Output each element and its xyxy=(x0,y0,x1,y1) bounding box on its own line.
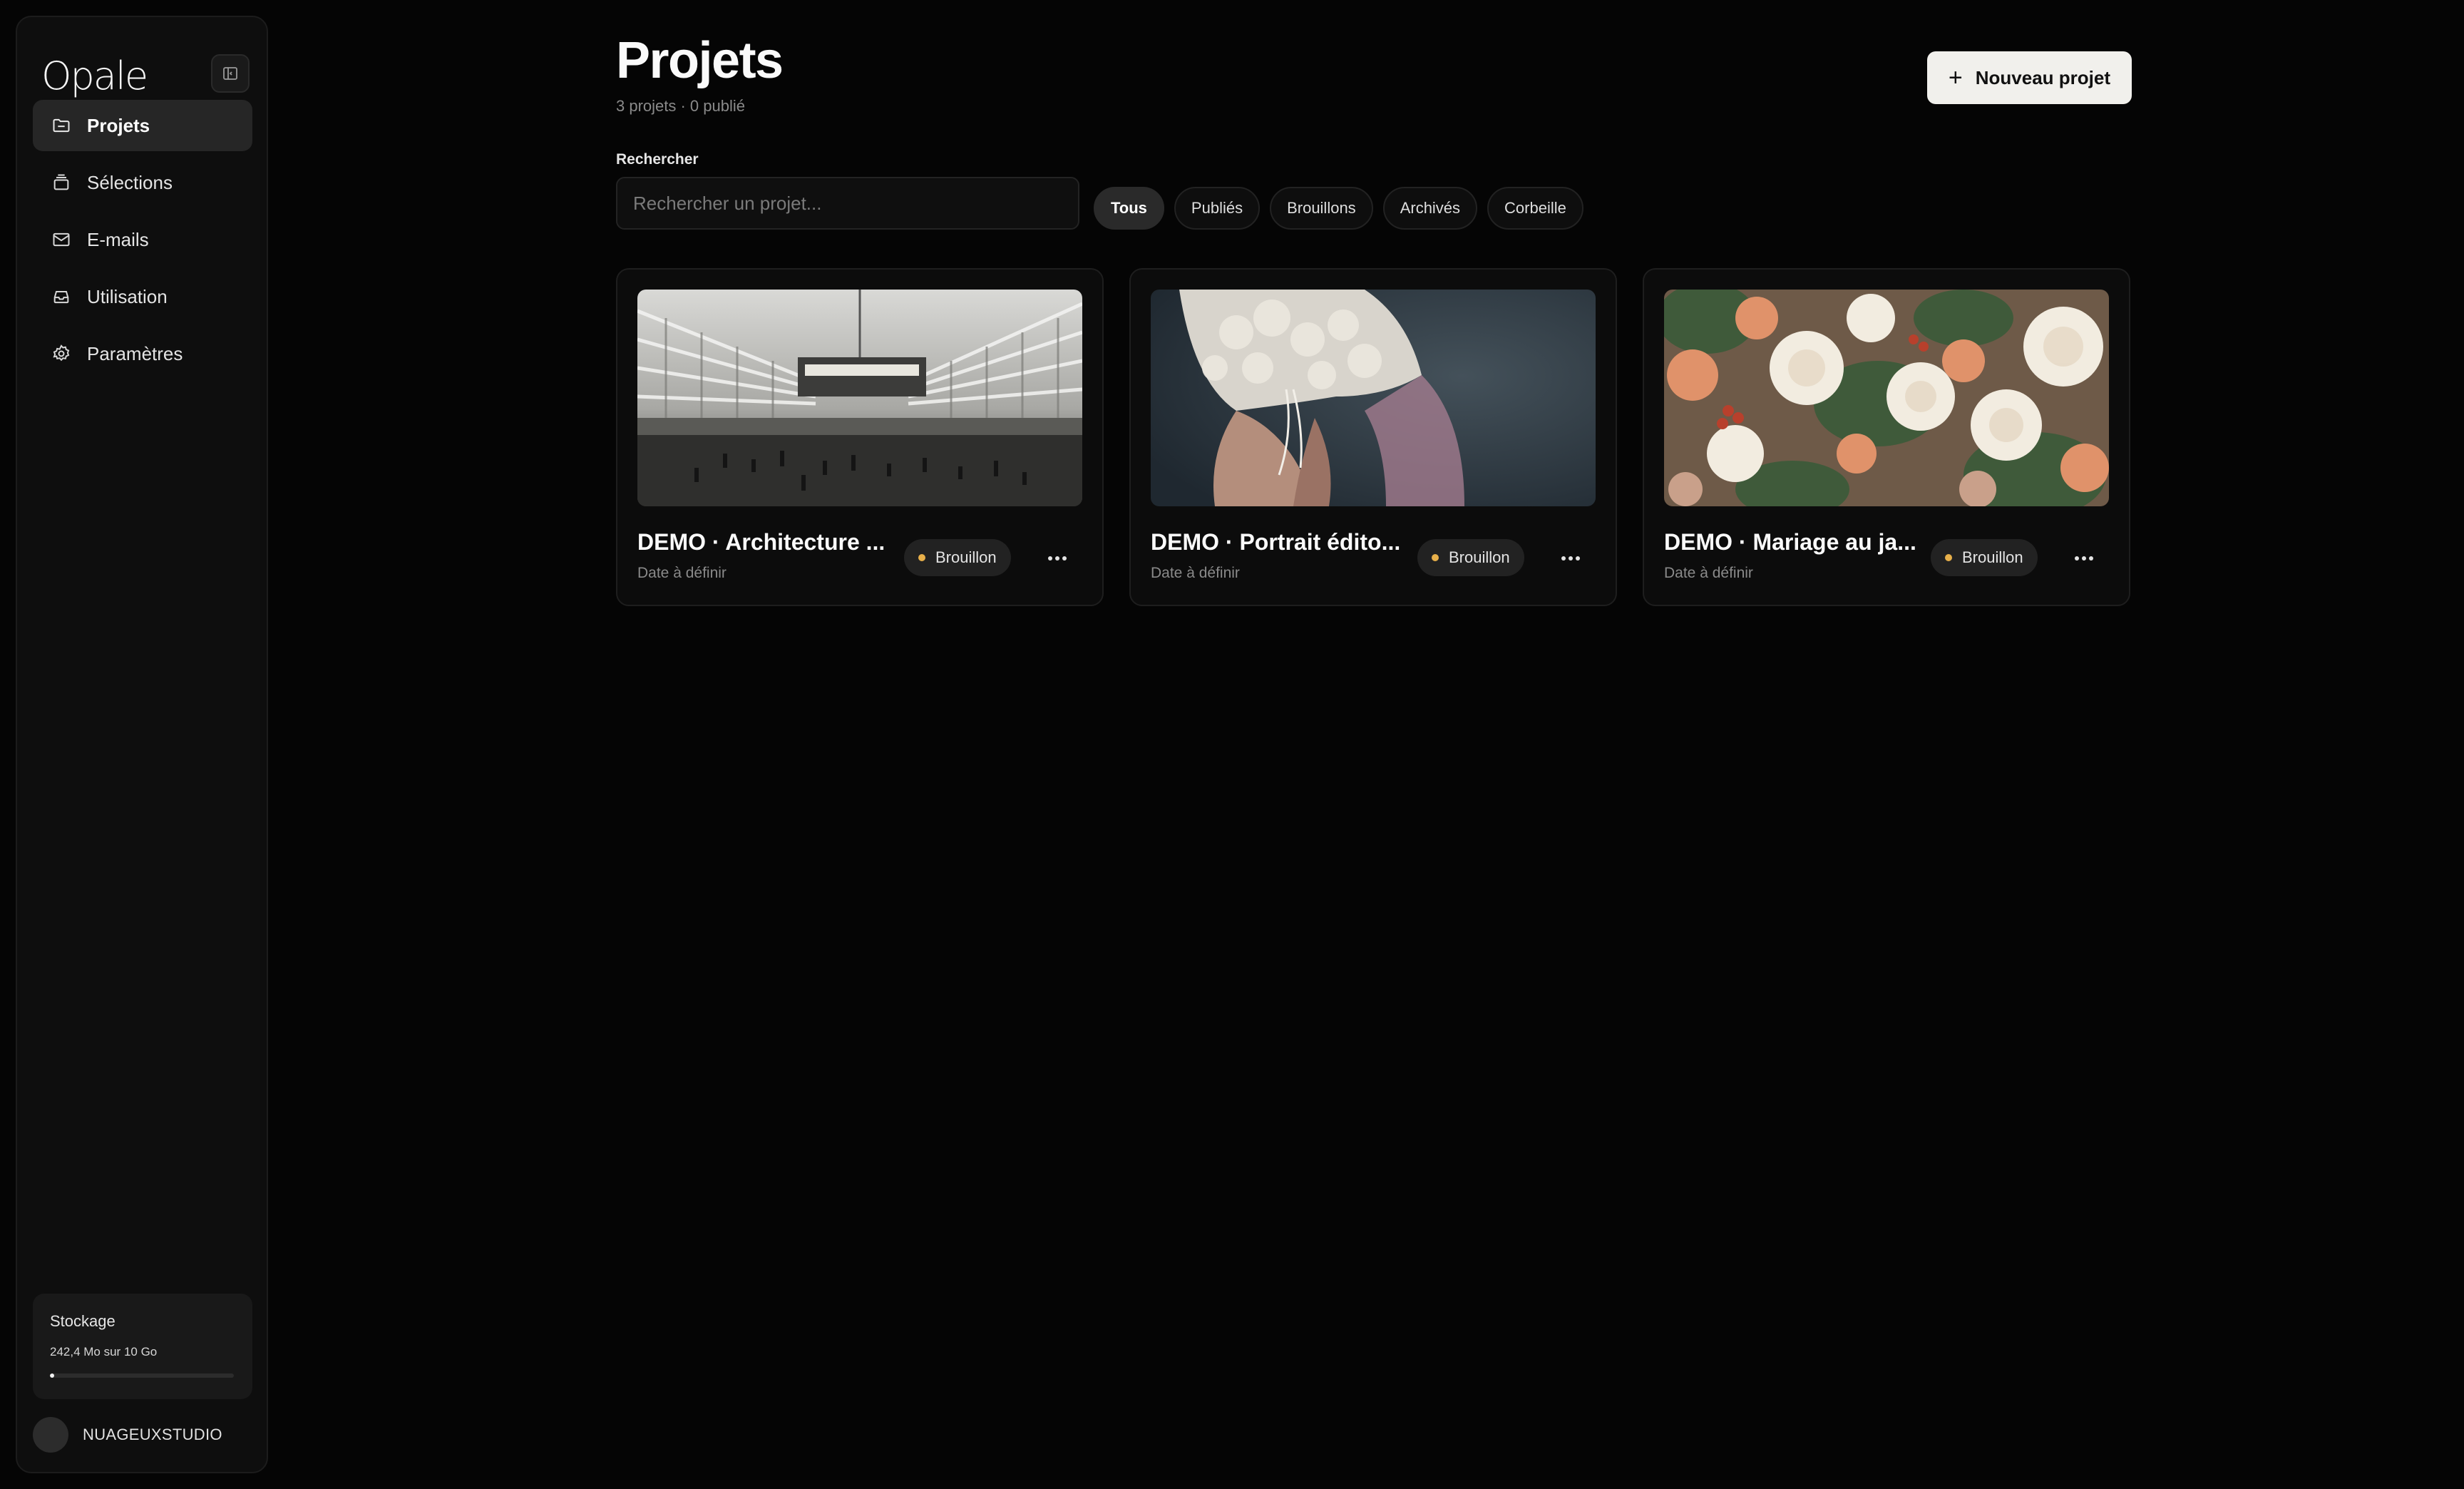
project-card[interactable]: DEMO · Architecture ... Date à définir B… xyxy=(616,268,1104,606)
status-dot-icon xyxy=(1432,554,1439,561)
user-name: NUAGEUXSTUDIO xyxy=(83,1426,222,1443)
project-date: Date à définir xyxy=(1664,565,1753,581)
more-options-button[interactable] xyxy=(1553,541,1588,576)
sidebar-item-label: Projets xyxy=(87,114,150,136)
search-label: Rechercher xyxy=(616,151,699,168)
status-label: Brouillon xyxy=(1449,548,1510,566)
project-grid: DEMO · Architecture ... Date à définir B… xyxy=(616,268,2130,606)
storage-progress-bar xyxy=(50,1373,234,1378)
project-title: DEMO · Portrait édito... xyxy=(1151,529,1401,555)
plus-icon: + xyxy=(1948,64,1963,91)
project-title: DEMO · Mariage au ja... xyxy=(1664,529,1916,555)
project-date: Date à définir xyxy=(1151,565,1240,581)
status-badge: Brouillon xyxy=(1417,539,1524,576)
search-input[interactable] xyxy=(616,177,1079,230)
storage-title: Stockage xyxy=(50,1312,115,1330)
sidebar-toggle-icon xyxy=(223,67,237,80)
project-title: DEMO · Architecture ... xyxy=(637,529,885,555)
folder-icon xyxy=(50,114,73,137)
sidebar-item-emails[interactable]: E-mails xyxy=(33,214,252,265)
storage-usage-text: 242,4 Mo sur 10 Go xyxy=(50,1345,158,1358)
project-thumbnail xyxy=(637,290,1082,506)
sidebar-item-parametres[interactable]: Paramètres xyxy=(33,328,252,379)
project-thumbnail xyxy=(1151,290,1596,506)
more-horizontal-icon xyxy=(1048,556,1067,561)
sidebar-item-utilisation[interactable]: Utilisation xyxy=(33,271,252,322)
sidebar-item-projets[interactable]: Projets xyxy=(33,100,252,151)
sidebar-item-label: E-mails xyxy=(87,228,149,250)
project-card[interactable]: DEMO · Portrait édito... Date à définir … xyxy=(1129,268,1617,606)
project-thumbnail xyxy=(1664,290,2109,506)
sidebar-nav: Projets Sélections E-mails Utilisation P… xyxy=(33,100,252,385)
more-options-button[interactable] xyxy=(2066,541,2102,576)
page-subtitle: 3 projets · 0 publié xyxy=(616,97,745,115)
filter-publies[interactable]: Publiés xyxy=(1174,187,1261,230)
new-project-button[interactable]: + Nouveau projet xyxy=(1926,51,2132,104)
filter-chips: Tous Publiés Brouillons Archivés Corbeil… xyxy=(1094,187,1583,230)
new-project-label: Nouveau projet xyxy=(1975,66,2110,88)
status-label: Brouillon xyxy=(935,548,997,566)
more-horizontal-icon xyxy=(2075,556,2093,561)
sidebar: Opale Projets Sélections E-mails Utilisa… xyxy=(16,16,268,1473)
layers-icon xyxy=(50,171,73,194)
avatar xyxy=(33,1417,68,1453)
status-dot-icon xyxy=(1945,554,1952,561)
main-content: Projets 3 projets · 0 publié + Nouveau p… xyxy=(616,0,2132,1489)
more-options-button[interactable] xyxy=(1040,541,1075,576)
gear-icon xyxy=(50,342,73,365)
more-horizontal-icon xyxy=(1561,556,1580,561)
inbox-icon xyxy=(50,285,73,308)
sidebar-item-selections[interactable]: Sélections xyxy=(33,157,252,208)
page-title: Projets xyxy=(616,32,784,89)
sidebar-item-label: Paramètres xyxy=(87,342,183,364)
status-label: Brouillon xyxy=(1962,548,2023,566)
filter-brouillons[interactable]: Brouillons xyxy=(1270,187,1373,230)
mail-icon xyxy=(50,228,73,251)
user-account[interactable]: NUAGEUXSTUDIO xyxy=(33,1415,222,1455)
storage-progress-fill xyxy=(50,1373,55,1378)
filter-tous[interactable]: Tous xyxy=(1094,187,1164,230)
filter-corbeille[interactable]: Corbeille xyxy=(1487,187,1583,230)
collapse-sidebar-button[interactable] xyxy=(211,54,250,93)
status-dot-icon xyxy=(918,554,925,561)
sidebar-item-label: Sélections xyxy=(87,171,173,193)
app-root: Opale Projets Sélections E-mails Utilisa… xyxy=(0,0,2464,1489)
sidebar-item-label: Utilisation xyxy=(87,285,168,307)
project-card[interactable]: DEMO · Mariage au ja... Date à définir B… xyxy=(1643,268,2130,606)
status-badge: Brouillon xyxy=(904,539,1011,576)
filter-archives[interactable]: Archivés xyxy=(1382,187,1478,230)
project-date: Date à définir xyxy=(637,565,727,581)
storage-panel: Stockage 242,4 Mo sur 10 Go xyxy=(33,1294,252,1399)
status-badge: Brouillon xyxy=(1931,539,2038,576)
